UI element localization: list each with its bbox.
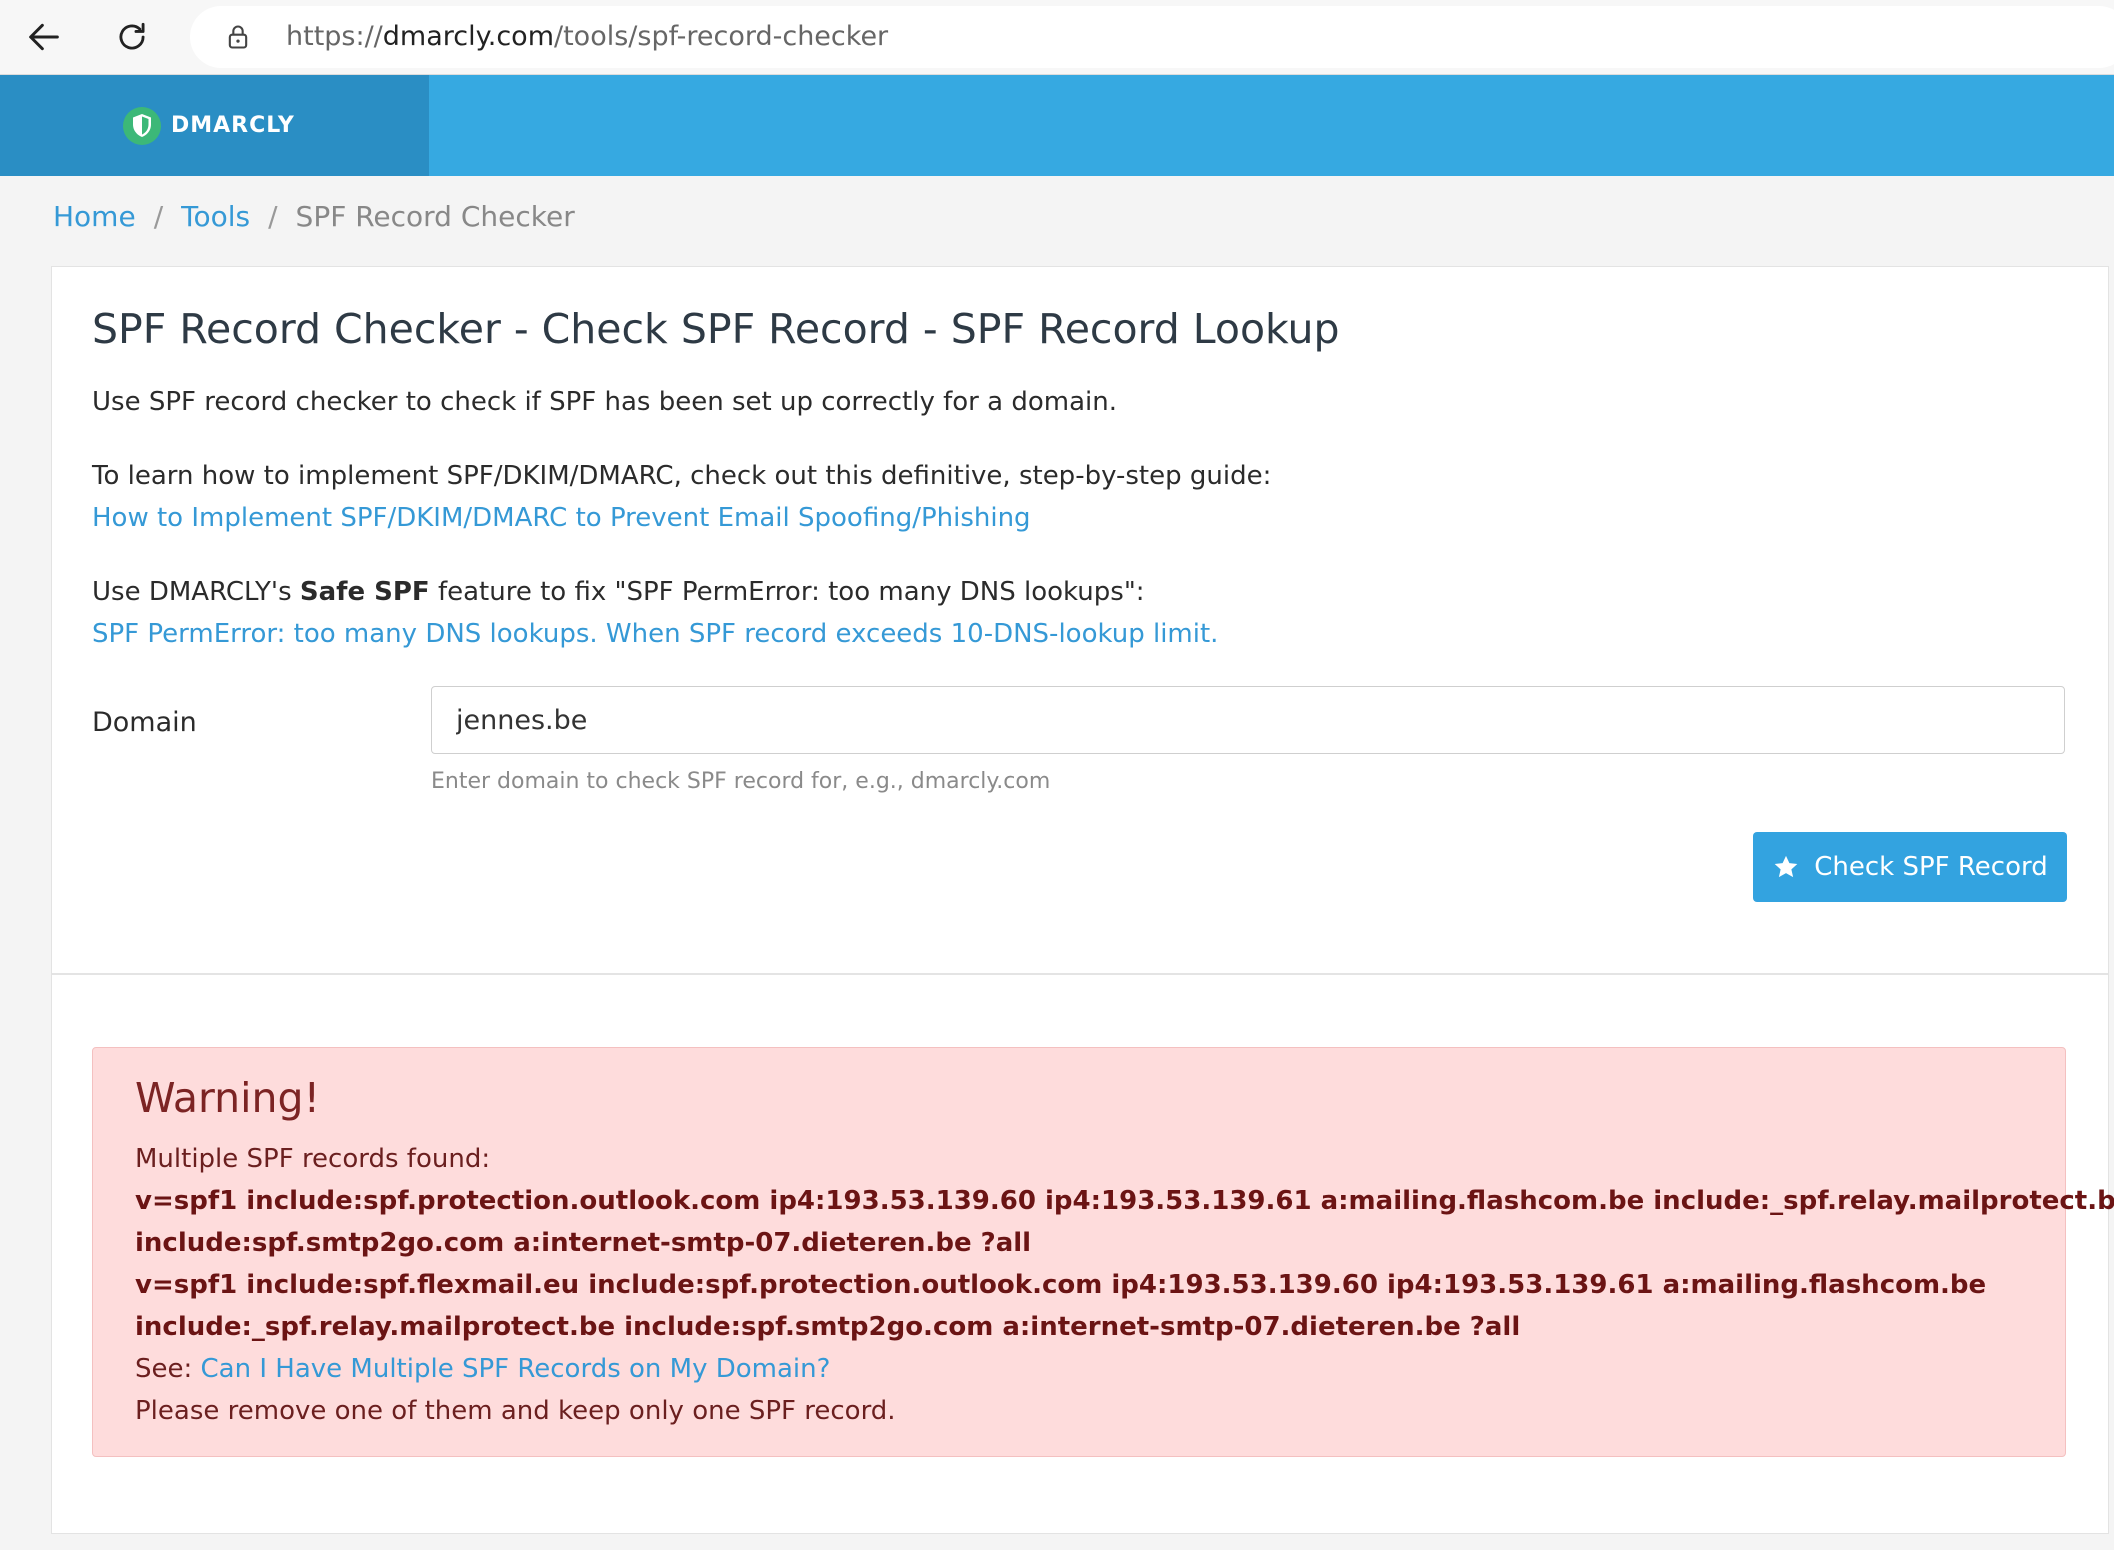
spf-record-1-line-2: include:spf.smtp2go.com a:internet-smtp-… — [135, 1228, 1032, 1258]
reload-button[interactable] — [108, 13, 156, 61]
url-path: /tools/spf-record-checker — [554, 21, 889, 52]
breadcrumb-current: SPF Record Checker — [295, 200, 575, 233]
shield-icon — [123, 107, 161, 145]
breadcrumb-tools[interactable]: Tools — [181, 200, 250, 233]
breadcrumb-separator: / — [153, 200, 164, 233]
reload-icon — [119, 22, 145, 50]
url-text: https://dmarcly.com/tools/spf-record-che… — [286, 6, 888, 68]
lock-icon[interactable] — [224, 23, 252, 51]
check-spf-record-label: Check SPF Record — [1814, 852, 2048, 882]
safe-spf-text: Use DMARCLY's Safe SPF feature to fix "S… — [92, 577, 1145, 607]
url-host: dmarcly.com — [382, 21, 554, 52]
spf-record-2-line-1: v=spf1 include:spf.flexmail.eu include:s… — [135, 1270, 1987, 1300]
main-card: SPF Record Checker - Check SPF Record - … — [51, 266, 2114, 1534]
back-button[interactable] — [20, 13, 68, 61]
arrow-left-icon — [29, 23, 59, 51]
safe-spf-suffix: feature to fix "SPF PermError: too many … — [429, 577, 1145, 607]
safe-spf-prefix: Use DMARCLY's — [92, 577, 300, 607]
multiple-spf-records-link[interactable]: Can I Have Multiple SPF Records on My Do… — [201, 1354, 831, 1384]
breadcrumb: Home / Tools / SPF Record Checker — [53, 200, 575, 233]
breadcrumb-home[interactable]: Home — [53, 200, 136, 233]
address-bar[interactable]: https://dmarcly.com/tools/spf-record-che… — [190, 6, 2114, 68]
alert-found-text: Multiple SPF records found: — [135, 1144, 491, 1174]
spf-record-1-line-1: v=spf1 include:spf.protection.outlook.co… — [135, 1186, 2114, 1216]
domain-input[interactable] — [431, 686, 2065, 754]
check-spf-record-button[interactable]: Check SPF Record — [1753, 832, 2067, 902]
alert-see-line: See: Can I Have Multiple SPF Records on … — [135, 1354, 830, 1384]
guide-link[interactable]: How to Implement SPF/DKIM/DMARC to Preve… — [92, 503, 1031, 533]
page-title: SPF Record Checker - Check SPF Record - … — [92, 305, 1340, 353]
safe-spf-link[interactable]: SPF PermError: too many DNS lookups. Whe… — [92, 619, 1218, 649]
brand-name: DMARCLY — [171, 113, 295, 138]
guide-text: To learn how to implement SPF/DKIM/DMARC… — [92, 461, 1272, 491]
alert-remove-text: Please remove one of them and keep only … — [135, 1396, 896, 1426]
alert-see-label: See: — [135, 1354, 201, 1384]
safe-spf-bold: Safe SPF — [299, 577, 430, 607]
warning-alert: Warning! Multiple SPF records found: v=s… — [92, 1047, 2114, 1457]
star-icon — [1774, 855, 1798, 878]
site-header: DMARCLY — [0, 75, 2114, 176]
domain-label: Domain — [92, 707, 197, 738]
checker-form-section: SPF Record Checker - Check SPF Record - … — [52, 267, 2108, 975]
breadcrumb-separator: / — [268, 200, 278, 233]
intro-text: Use SPF record checker to check if SPF h… — [92, 387, 1117, 417]
spf-record-2-line-2: include:_spf.relay.mailprotect.be includ… — [135, 1312, 1521, 1342]
alert-title: Warning! — [135, 1074, 321, 1122]
browser-toolbar: https://dmarcly.com/tools/spf-record-che… — [0, 0, 2114, 75]
url-prefix: https:// — [286, 21, 383, 52]
domain-help-text: Enter domain to check SPF record for, e.… — [431, 769, 1051, 794]
brand-link[interactable]: DMARCLY — [0, 75, 429, 176]
